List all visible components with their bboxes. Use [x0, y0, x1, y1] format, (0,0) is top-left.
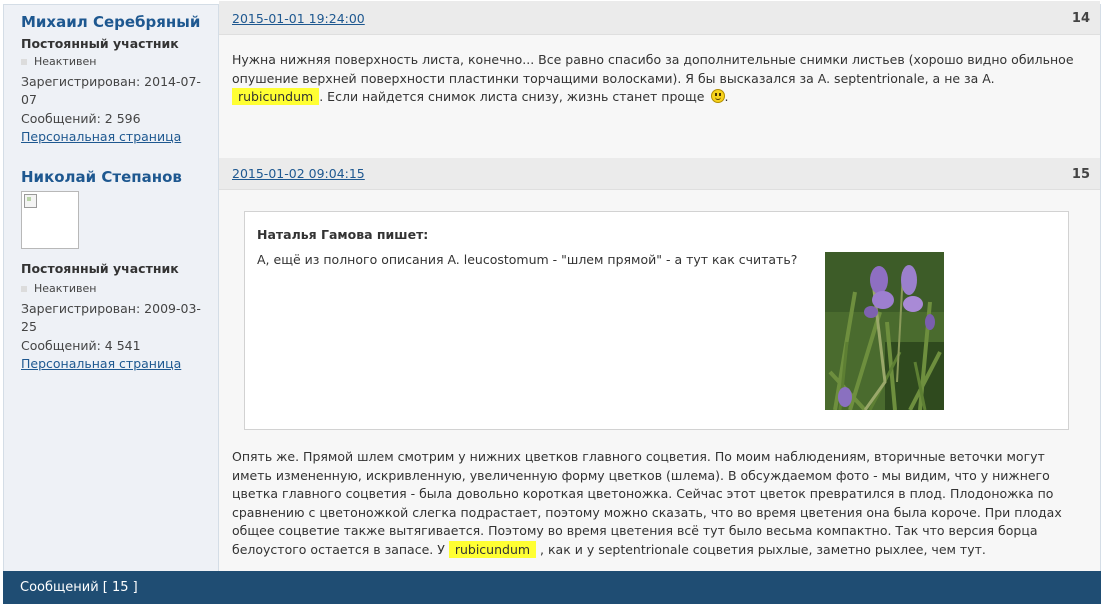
- author-status-label: Неактивен: [34, 282, 97, 295]
- author-profile-link[interactable]: Персональная страница: [21, 356, 181, 371]
- post-15: Николай Степанов Постоянный участник Неа…: [4, 158, 1100, 572]
- author-name-link[interactable]: Михаил Серебряный: [21, 13, 200, 31]
- author-status: Неактивен: [21, 55, 96, 68]
- post-text-continued: , как и у septentrionale соцветия рыхлые…: [540, 541, 986, 557]
- smile-emoticon-icon: [710, 89, 725, 103]
- post-text-end: .: [724, 89, 729, 104]
- status-indicator-icon: [21, 285, 27, 292]
- post-number: 14: [1071, 11, 1090, 26]
- author-name-link[interactable]: Николай Степанов: [21, 168, 182, 186]
- post-header: 2015-01-02 09:04:15 15: [219, 158, 1100, 190]
- post-date-link[interactable]: 2015-01-02 09:04:15: [232, 166, 365, 181]
- author-message-count: Сообщений: 4 541: [21, 338, 141, 353]
- post-text: Опять же. Прямой шлем смотрим у нижних ц…: [232, 449, 1062, 557]
- post-content: 2015-01-02 09:04:15 15 Наталья Гамова пи…: [219, 158, 1100, 572]
- post-content: 2015-01-01 19:24:00 14 Нужна нижняя пове…: [219, 1, 1100, 158]
- broken-image-icon: [24, 194, 37, 208]
- search-highlight: rubicundum: [232, 88, 320, 105]
- author-rank: Постоянный участник: [21, 261, 179, 276]
- author-registered: Зарегистрирован: 2009-03-25: [21, 301, 201, 334]
- topic-footer: Сообщений [ 15 ]: [3, 571, 1101, 604]
- quote-block: Наталья Гамова пишет: А, ещё из полного …: [244, 211, 1069, 430]
- quote-author: Наталья Гамова пишет:: [257, 227, 429, 242]
- author-registered: Зарегистрирован: 2014-07-07: [21, 74, 201, 107]
- post-body: Нужна нижняя поверхность листа, конечно.…: [232, 51, 1077, 107]
- avatar: [21, 191, 79, 249]
- forum-topic: Михаил Серебряный Постоянный участник Не…: [3, 1, 1101, 572]
- search-highlight: rubicundum: [448, 540, 537, 558]
- post-author-panel: Николай Степанов Постоянный участник Неа…: [4, 158, 219, 572]
- quote-text: А, ещё из полного описания A. leucostomu…: [257, 252, 798, 267]
- post-date-link[interactable]: 2015-01-01 19:24:00: [232, 11, 365, 26]
- post-body: Опять же. Прямой шлем смотрим у нижних ц…: [232, 448, 1082, 559]
- author-status: Неактивен: [21, 282, 96, 295]
- flower-photo-graphic: [825, 252, 944, 410]
- author-message-count: Сообщений: 2 596: [21, 111, 141, 126]
- status-indicator-icon: [21, 58, 27, 65]
- post-text: Нужна нижняя поверхность листа, конечно.…: [232, 52, 1074, 86]
- author-rank: Постоянный участник: [21, 36, 179, 51]
- post-14: Михаил Серебряный Постоянный участник Не…: [4, 1, 1100, 158]
- post-author-panel: Михаил Серебряный Постоянный участник Не…: [4, 5, 219, 158]
- flower-photo[interactable]: [825, 252, 944, 410]
- author-status-label: Неактивен: [34, 55, 97, 68]
- post-number: 15: [1071, 167, 1090, 182]
- author-profile-link[interactable]: Персональная страница: [21, 129, 181, 144]
- post-text-continued: . Если найдется снимок листа снизу, жизн…: [319, 89, 705, 104]
- post-header: 2015-01-01 19:24:00 14: [219, 1, 1100, 35]
- message-count-label: Сообщений [ 15 ]: [20, 580, 138, 595]
